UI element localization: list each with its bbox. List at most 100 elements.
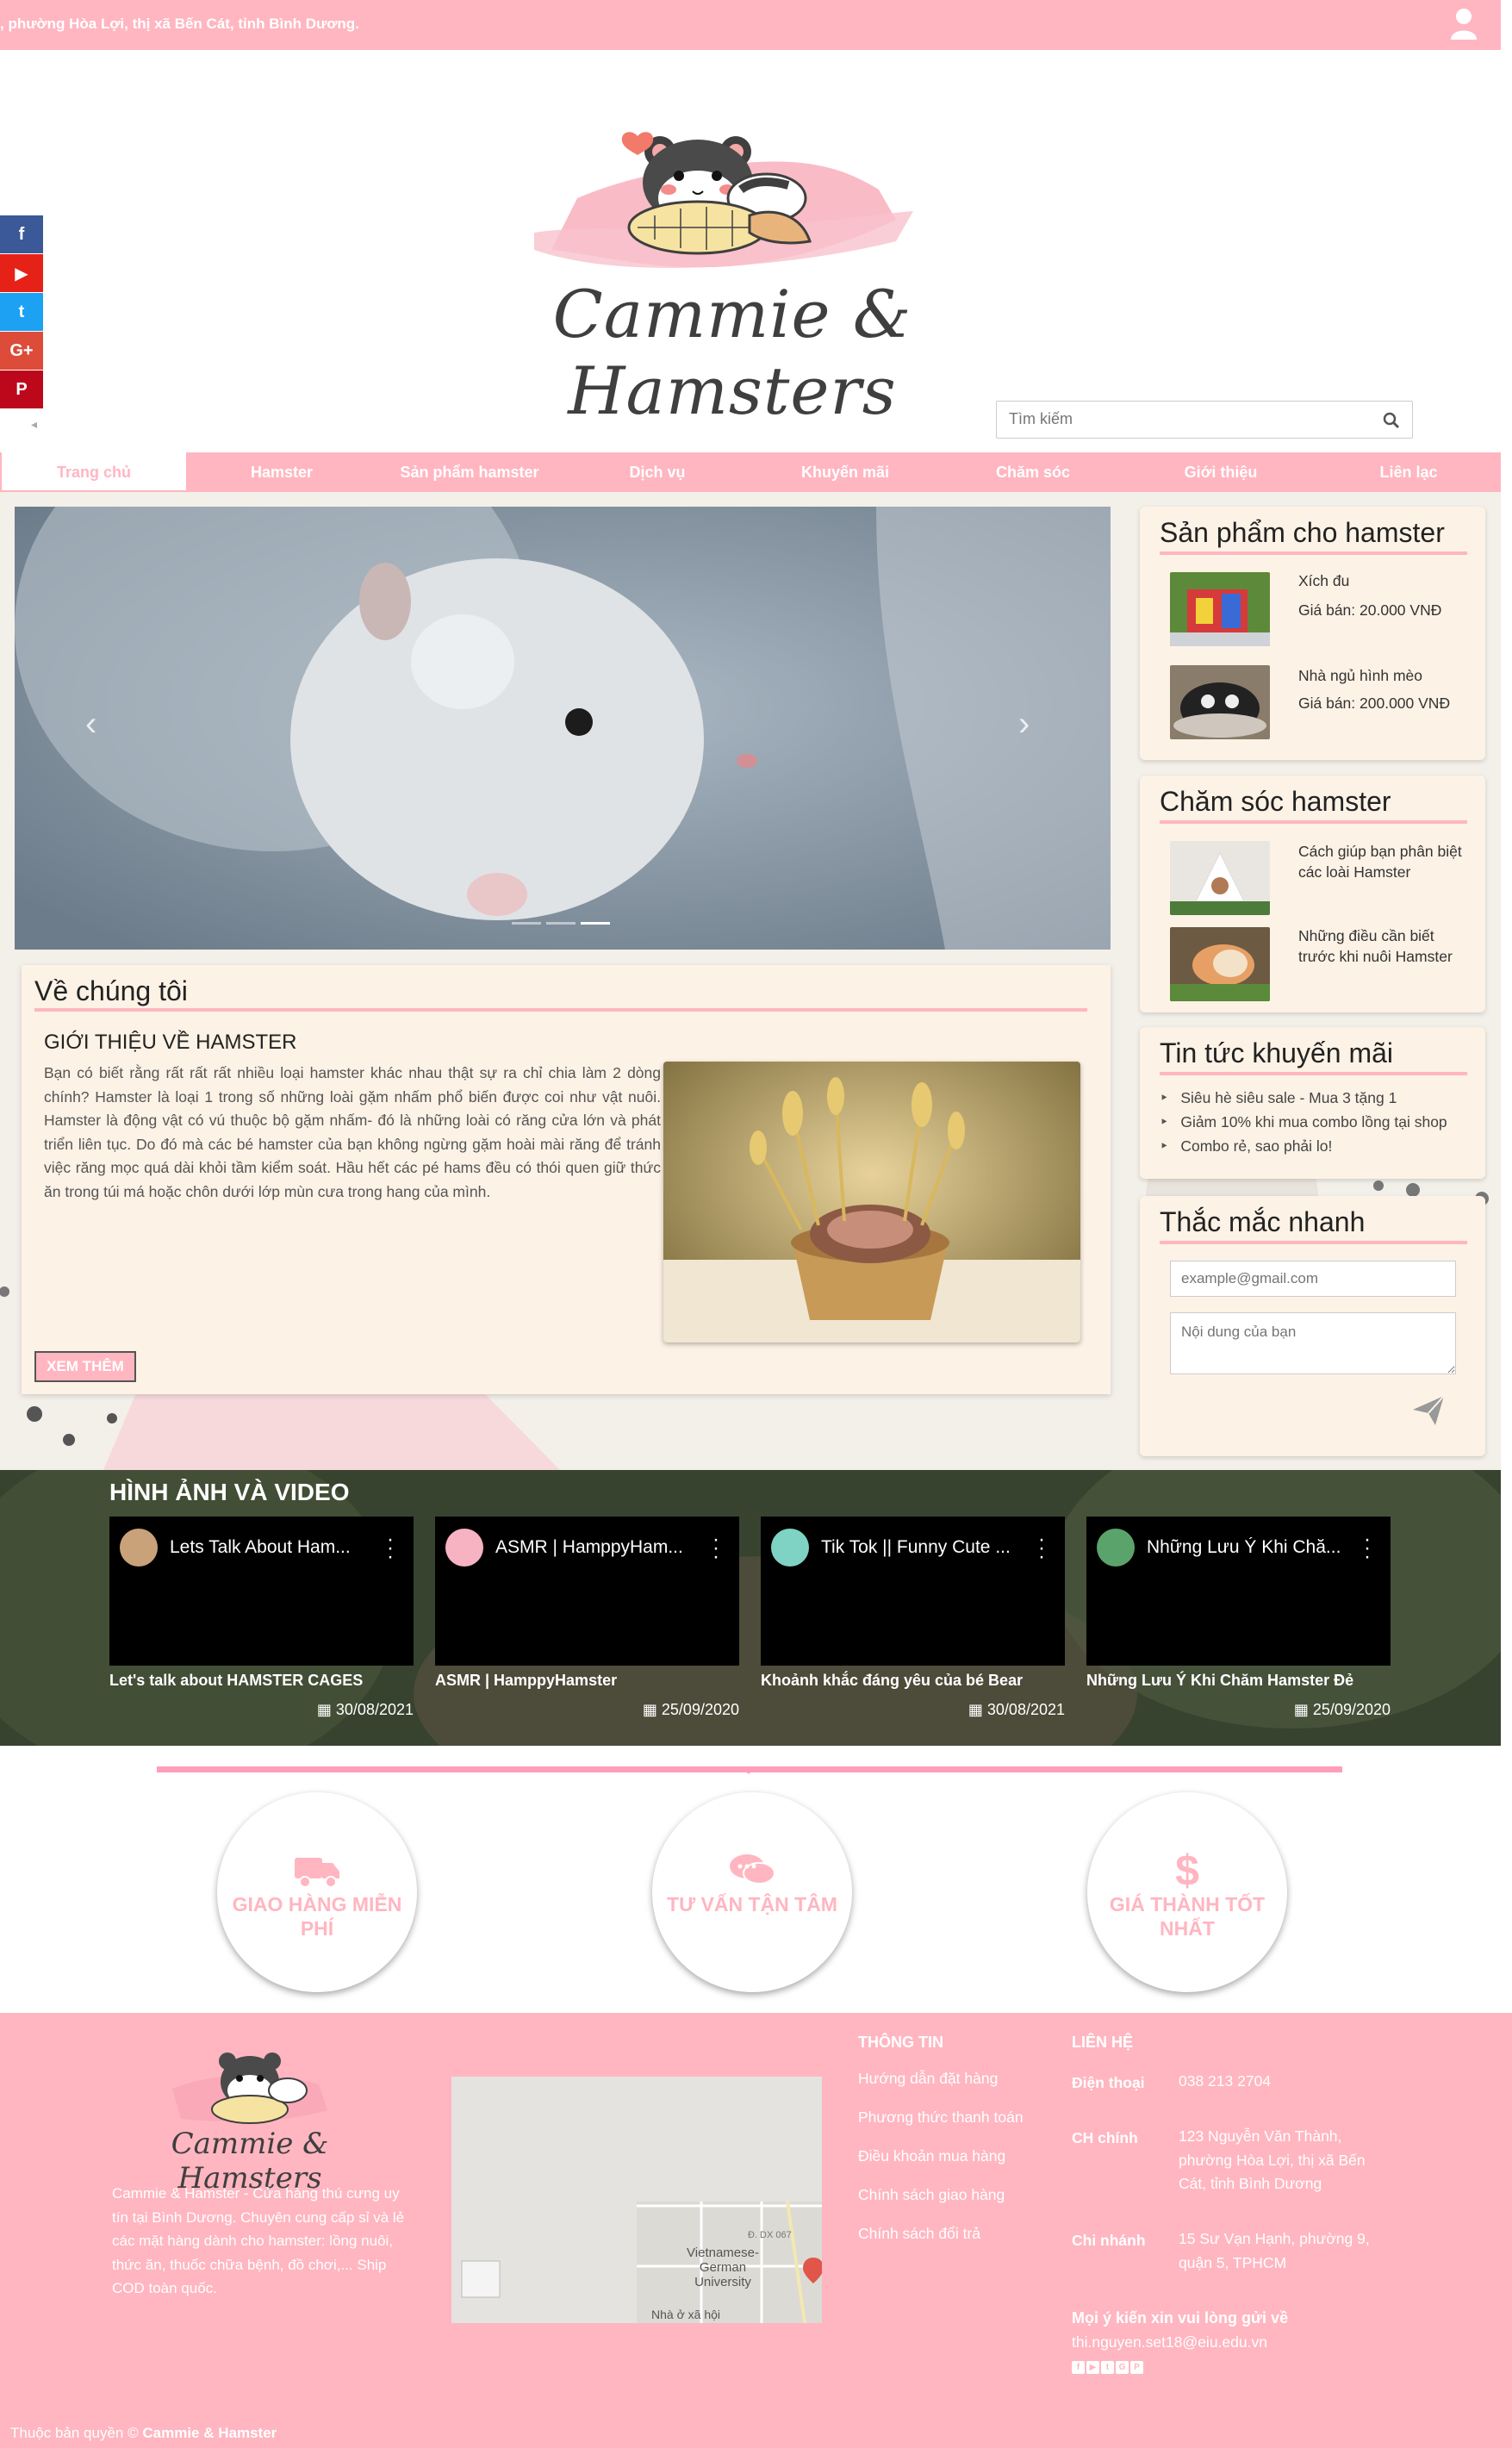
nav-item-2[interactable]: Sản phẩm hamster bbox=[376, 452, 563, 492]
product-price: Giá bán: 20.000 VNĐ bbox=[1298, 601, 1442, 619]
email-field[interactable] bbox=[1170, 1261, 1456, 1297]
store-map[interactable]: Vietnamese-German University Nhà ở xã hộ… bbox=[451, 2077, 822, 2323]
product-thumb-cat-house[interactable] bbox=[1170, 665, 1270, 739]
footer-facebook-icon[interactable]: f bbox=[1072, 2361, 1085, 2374]
footer-logo[interactable]: Cammie & Hamsters bbox=[121, 2037, 379, 2196]
video-date: ▦ 25/09/2020 bbox=[1086, 1701, 1391, 1719]
nav-item-5[interactable]: Chăm sóc bbox=[939, 452, 1127, 492]
video-caption[interactable]: Khoảnh khắc đáng yêu của bé Bear bbox=[761, 1672, 1023, 1690]
promo-item[interactable]: Combo rẻ, sao phải lo! bbox=[1160, 1134, 1447, 1158]
carousel-prev-arrow[interactable]: ‹ bbox=[85, 705, 96, 744]
product-name[interactable]: Xích đu bbox=[1298, 570, 1471, 591]
info-link[interactable]: Điều khoản mua hàng bbox=[858, 2147, 1005, 2165]
copyright-brand[interactable]: Cammie & Hamster bbox=[142, 2425, 277, 2441]
main-store-address: 123 Nguyễn Văn Thành, phường Hòa Lợi, th… bbox=[1179, 2127, 1366, 2192]
youtube-icon[interactable]: ▶ bbox=[0, 254, 43, 292]
video-embed[interactable]: Lets Talk About Ham... · · · bbox=[109, 1517, 414, 1666]
video-title[interactable]: ASMR | HamppyHam... bbox=[495, 1537, 694, 1558]
video-title[interactable]: Lets Talk About Ham... bbox=[170, 1537, 368, 1558]
care-article-title[interactable]: Những điều cần biết trước khi nuôi Hamst… bbox=[1298, 925, 1471, 967]
video-title[interactable]: Tik Tok || Funny Cute ... bbox=[821, 1537, 1019, 1558]
promo-item[interactable]: Siêu hè siêu sale - Mua 3 tặng 1 bbox=[1160, 1086, 1447, 1110]
footer-twitter-icon[interactable]: t bbox=[1101, 2361, 1114, 2374]
carousel-indicator[interactable] bbox=[512, 922, 541, 925]
care-thumb-hamster[interactable] bbox=[1170, 927, 1270, 1001]
svg-text:$: $ bbox=[1175, 1847, 1199, 1891]
video-caption[interactable]: Những Lưu Ý Khi Chăm Hamster Đẻ bbox=[1086, 1672, 1353, 1690]
send-icon[interactable] bbox=[1411, 1392, 1446, 1427]
about-section: Về chúng tôi GIỚI THIỆU VỀ HAMSTER Bạn c… bbox=[22, 965, 1111, 1394]
address-marquee: , phường Hòa Lợi, thị xã Bến Cát, tỉnh B… bbox=[0, 16, 359, 32]
footer-pinterest-icon[interactable]: P bbox=[1130, 2361, 1143, 2374]
facebook-icon[interactable]: f bbox=[0, 215, 43, 253]
footer: Cammie & Hamsters Cammie & Hamster - Cửa… bbox=[0, 2013, 1512, 2448]
info-link[interactable]: Chính sách giao hàng bbox=[858, 2186, 1005, 2204]
qa-title: Thắc mắc nhanh bbox=[1160, 1206, 1366, 1237]
message-field[interactable] bbox=[1170, 1312, 1456, 1374]
main-nav: Trang chủ Hamster Sản phẩm hamster Dịch vụ K… bbox=[0, 452, 1501, 492]
read-more-button[interactable]: XEM THÊM bbox=[34, 1351, 136, 1382]
more-options-icon[interactable]: · · · bbox=[1038, 1529, 1045, 1567]
video-title[interactable]: Những Lưu Ý Khi Chă... bbox=[1147, 1537, 1345, 1558]
video-embed[interactable]: Tik Tok || Funny Cute ... · · · bbox=[761, 1517, 1065, 1666]
main-store-label: CH chính bbox=[1072, 2129, 1138, 2146]
twitter-icon[interactable]: t bbox=[0, 293, 43, 331]
product-thumb-swing[interactable] bbox=[1170, 572, 1270, 646]
quick-question-card: Thắc mắc nhanh bbox=[1140, 1196, 1485, 1456]
page-root: , phường Hòa Lợi, thị xã Bến Cát, tỉnh B… bbox=[0, 0, 1512, 2448]
social-collapse-icon[interactable]: ◂ bbox=[31, 417, 37, 432]
carousel-indicator[interactable] bbox=[546, 922, 576, 925]
copyright-prefix: Thuộc bản quyền © bbox=[10, 2425, 139, 2441]
top-bar: , phường Hòa Lợi, thị xã Bến Cát, tỉnh B… bbox=[0, 0, 1501, 50]
info-link[interactable]: Hướng dẫn đặt hàng bbox=[858, 2070, 998, 2088]
promo-item[interactable]: Giảm 10% khi mua combo lồng tại shop bbox=[1160, 1110, 1447, 1134]
more-options-icon[interactable]: · · · bbox=[1364, 1529, 1371, 1567]
footer-youtube-icon[interactable]: ▶ bbox=[1086, 2361, 1099, 2374]
product-name[interactable]: Nhà ngủ hình mèo bbox=[1298, 665, 1471, 686]
products-card: Sản phẩm cho hamster Xích đu Giá bán: 20… bbox=[1140, 507, 1485, 760]
contact-email[interactable]: thi.nguyen.set18@eiu.edu.vn bbox=[1072, 2333, 1267, 2351]
more-options-icon[interactable]: · · · bbox=[712, 1529, 719, 1567]
search-input[interactable] bbox=[1009, 410, 1371, 428]
video-embed[interactable]: Những Lưu Ý Khi Chă... · · · bbox=[1086, 1517, 1391, 1666]
phone-number[interactable]: 038 213 2704 bbox=[1179, 2070, 1385, 2094]
product-price: Giá bán: 200.000 VNĐ bbox=[1298, 695, 1451, 712]
google-plus-icon[interactable]: G+ bbox=[0, 332, 43, 370]
carousel-indicator[interactable] bbox=[581, 922, 610, 925]
map-label-university: Vietnamese-German University bbox=[687, 2246, 759, 2289]
video-embed[interactable]: ASMR | HamppyHam... · · · bbox=[435, 1517, 739, 1666]
pinterest-icon[interactable]: P bbox=[0, 371, 43, 408]
calendar-icon: ▦ bbox=[968, 1701, 987, 1718]
video-caption[interactable]: ASMR | HamppyHamster bbox=[435, 1672, 617, 1690]
site-logo[interactable]: Cammie & Hamsters bbox=[448, 69, 1017, 429]
nav-item-6[interactable]: Giới thiệu bbox=[1127, 452, 1315, 492]
nav-item-1[interactable]: Hamster bbox=[188, 452, 376, 492]
features-divider-notch bbox=[741, 1766, 756, 1774]
info-link[interactable]: Chính sách đổi trả bbox=[858, 2225, 980, 2243]
dollar-icon: $ bbox=[1161, 1847, 1213, 1895]
nav-item-7[interactable]: Liên lạc bbox=[1315, 452, 1503, 492]
care-article-title[interactable]: Cách giúp bạn phân biệt các loài Hamster bbox=[1298, 841, 1471, 882]
info-link[interactable]: Phương thức thanh toán bbox=[858, 2109, 1024, 2127]
hero-carousel[interactable]: ‹ › bbox=[15, 507, 1111, 950]
video-caption[interactable]: Let's talk about HAMSTER CAGES bbox=[109, 1672, 363, 1690]
search-icon[interactable] bbox=[1383, 412, 1400, 429]
nav-item-0[interactable]: Trang chủ bbox=[0, 452, 188, 492]
footer-google-plus-icon[interactable]: G bbox=[1116, 2361, 1129, 2374]
logo-wordmark: Cammie & Hamsters bbox=[552, 276, 912, 429]
nav-item-3[interactable]: Dịch vụ bbox=[563, 452, 751, 492]
search-box[interactable] bbox=[996, 401, 1413, 439]
care-thumb-house[interactable] bbox=[1170, 841, 1270, 915]
branch-address: 15 Sư Vạn Hạnh, phường 9, quận 5, TPHCM bbox=[1179, 2230, 1370, 2271]
nav-item-4[interactable]: Khuyến mãi bbox=[751, 452, 939, 492]
channel-avatar bbox=[445, 1529, 483, 1567]
video-date: ▦ 25/09/2020 bbox=[435, 1701, 739, 1719]
media-section: HÌNH ẢNH VÀ VIDEO Lets Talk About Ham...… bbox=[0, 1470, 1501, 1746]
title-underline bbox=[1160, 1072, 1467, 1075]
carousel-next-arrow[interactable]: › bbox=[1018, 705, 1030, 744]
user-icon[interactable] bbox=[1449, 7, 1478, 41]
more-options-icon[interactable]: · · · bbox=[387, 1529, 394, 1567]
about-title: Về chúng tôi bbox=[34, 975, 188, 1006]
title-underline bbox=[1160, 820, 1467, 824]
map-label-housing: Nhà ở xã hội bbox=[651, 2308, 721, 2321]
